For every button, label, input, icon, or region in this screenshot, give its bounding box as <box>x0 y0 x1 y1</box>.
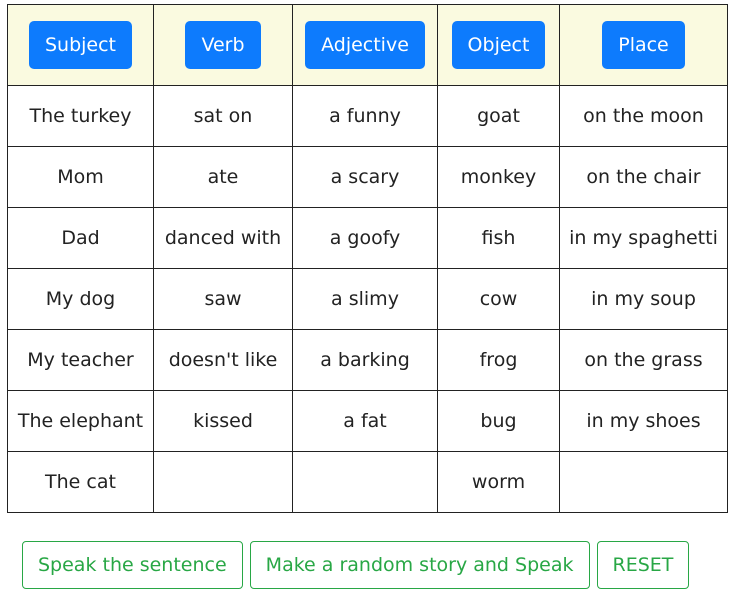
reset-button[interactable]: RESET <box>596 541 690 589</box>
header-cell-place: Place <box>559 4 728 86</box>
place-cell[interactable]: in my shoes <box>559 390 728 452</box>
place-button[interactable]: Place <box>602 21 685 69</box>
header-cell-object: Object <box>437 4 560 86</box>
object-cell[interactable]: monkey <box>437 146 560 208</box>
adjective-cell <box>292 451 438 513</box>
object-button[interactable]: Object <box>451 21 546 69</box>
adjective-cell[interactable]: a slimy <box>292 268 438 330</box>
subject-cell[interactable]: Mom <box>7 146 154 208</box>
speak-sentence-button[interactable]: Speak the sentence <box>22 541 243 589</box>
header-cell-subject: Subject <box>7 4 154 86</box>
place-cell[interactable]: on the chair <box>559 146 728 208</box>
adjective-cell[interactable]: a funny <box>292 85 438 147</box>
action-bar: Speak the sentence Make a random story a… <box>22 541 690 589</box>
place-cell[interactable]: on the grass <box>559 329 728 391</box>
object-cell[interactable]: goat <box>437 85 560 147</box>
adjective-cell[interactable]: a scary <box>292 146 438 208</box>
adjective-cell[interactable]: a barking <box>292 329 438 391</box>
adjective-cell[interactable]: a goofy <box>292 207 438 269</box>
verb-cell[interactable]: saw <box>153 268 293 330</box>
table-row: My dog saw a slimy cow in my soup <box>7 268 728 330</box>
header-cell-adjective: Adjective <box>292 4 438 86</box>
table-row: The elephant kissed a fat bug in my shoe… <box>7 390 728 452</box>
verb-cell[interactable]: ate <box>153 146 293 208</box>
header-row: Subject Verb Adjective Object Place <box>7 4 728 86</box>
object-cell[interactable]: worm <box>437 451 560 513</box>
subject-cell[interactable]: Dad <box>7 207 154 269</box>
table-row: Mom ate a scary monkey on the chair <box>7 146 728 208</box>
table-row: The turkey sat on a funny goat on the mo… <box>7 85 728 147</box>
object-cell[interactable]: cow <box>437 268 560 330</box>
table-row: Dad danced with a goofy fish in my spagh… <box>7 207 728 269</box>
adjective-button[interactable]: Adjective <box>305 21 425 69</box>
verb-button[interactable]: Verb <box>185 21 261 69</box>
place-cell <box>559 451 728 513</box>
subject-cell[interactable]: The turkey <box>7 85 154 147</box>
verb-cell[interactable]: doesn't like <box>153 329 293 391</box>
header-cell-verb: Verb <box>153 4 293 86</box>
table-row: The cat worm <box>7 451 728 513</box>
place-cell[interactable]: in my spaghetti <box>559 207 728 269</box>
object-cell[interactable]: fish <box>437 207 560 269</box>
story-maker-app: Subject Verb Adjective Object Place The … <box>0 0 734 601</box>
random-story-button[interactable]: Make a random story and Speak <box>249 541 590 589</box>
verb-cell[interactable]: sat on <box>153 85 293 147</box>
subject-cell[interactable]: The elephant <box>7 390 154 452</box>
object-cell[interactable]: frog <box>437 329 560 391</box>
subject-button[interactable]: Subject <box>28 21 133 69</box>
verb-cell[interactable]: kissed <box>153 390 293 452</box>
subject-cell[interactable]: My teacher <box>7 329 154 391</box>
place-cell[interactable]: in my soup <box>559 268 728 330</box>
verb-cell[interactable]: danced with <box>153 207 293 269</box>
object-cell[interactable]: bug <box>437 390 560 452</box>
adjective-cell[interactable]: a fat <box>292 390 438 452</box>
place-cell[interactable]: on the moon <box>559 85 728 147</box>
word-table: Subject Verb Adjective Object Place The … <box>7 4 728 513</box>
subject-cell[interactable]: The cat <box>7 451 154 513</box>
verb-cell <box>153 451 293 513</box>
subject-cell[interactable]: My dog <box>7 268 154 330</box>
table-row: My teacher doesn't like a barking frog o… <box>7 329 728 391</box>
